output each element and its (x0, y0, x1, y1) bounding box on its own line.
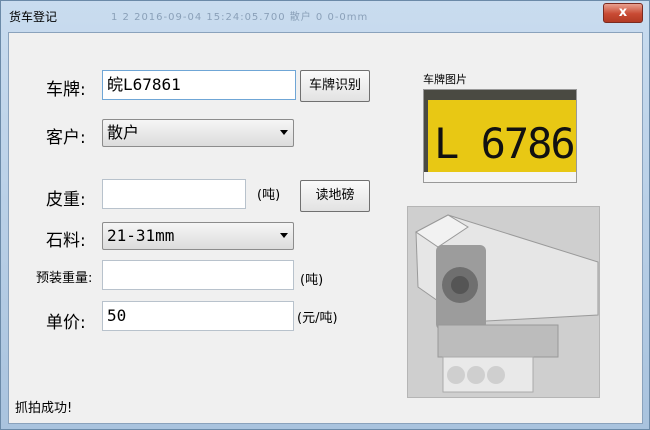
customer-select-value: 散户 (107, 123, 140, 142)
dropdown-arrow-icon (280, 233, 288, 238)
stone-select-value: 21-31mm (107, 226, 175, 245)
camera-image (407, 206, 600, 398)
dialog-window: 货车登记 1 2 2016-09-04 15:24:05.700 散户 0 0-… (0, 0, 650, 430)
plate-input[interactable]: 皖L67861 (102, 70, 296, 100)
customer-label: 客户: (46, 128, 86, 148)
svg-text:L 67861: L 67861 (434, 119, 576, 168)
read-scale-button[interactable]: 读地磅 (300, 180, 370, 212)
plate-image-caption: 车牌图片 (423, 73, 467, 86)
title-bar[interactable]: 货车登记 1 2 2016-09-04 15:24:05.700 散户 0 0-… (1, 1, 649, 31)
background-table-row: 1 2 2016-09-04 15:24:05.700 散户 0 0-0mm (111, 12, 369, 23)
form-panel: 车牌: 皖L67861 车牌识别 客户: 散户 皮重: (吨) 读地磅 石料: … (8, 32, 643, 424)
preload-weight-unit: (吨) (300, 273, 324, 288)
unit-price-unit: (元/吨) (297, 311, 338, 326)
dropdown-arrow-icon (280, 130, 288, 135)
surveillance-camera-icon (408, 207, 599, 397)
unit-price-input[interactable]: 50 (102, 301, 294, 331)
tare-label: 皮重: (46, 190, 86, 210)
recognize-plate-button[interactable]: 车牌识别 (300, 70, 370, 102)
status-message: 抓拍成功! (15, 401, 73, 416)
preload-weight-input[interactable] (102, 260, 294, 290)
unit-price-label: 单价: (46, 313, 86, 333)
close-button[interactable]: x (603, 3, 643, 23)
plate-photo-icon: L 67861 (424, 90, 576, 182)
plate-label: 车牌: (46, 80, 86, 100)
stone-label: 石料: (46, 231, 86, 251)
preload-weight-label: 预装重量: (36, 271, 93, 286)
tare-input[interactable] (102, 179, 246, 209)
customer-select[interactable]: 散户 (102, 119, 294, 147)
tare-unit: (吨) (257, 188, 281, 203)
window-title: 货车登记 (9, 10, 58, 24)
plate-image: L 67861 (423, 89, 577, 183)
stone-select[interactable]: 21-31mm (102, 222, 294, 250)
